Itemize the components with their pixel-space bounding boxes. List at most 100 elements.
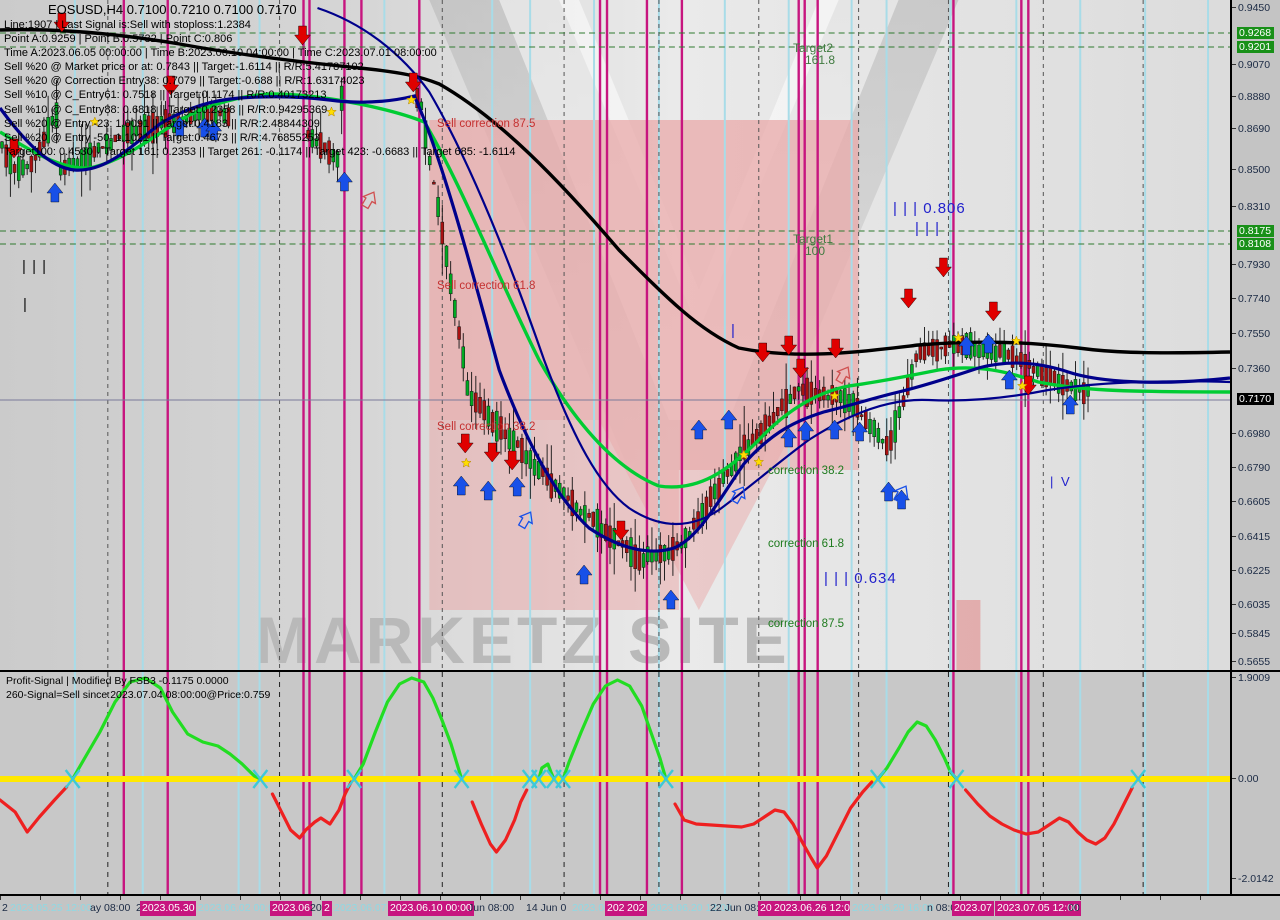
indicator-pane[interactable]: Profit-Signal | Modified By FSB3 -0.1175…	[0, 672, 1280, 896]
site-watermark: MARKETZ SITE	[255, 603, 791, 670]
time-axis-tick	[80, 896, 81, 900]
price-tick: 0.6980	[1232, 428, 1280, 440]
chart-annotation: Sell correction 61.8	[437, 280, 536, 292]
price-plot-area[interactable]: MARKETZ SITE Sell correction 87.5 Sell c…	[0, 0, 1232, 670]
time-axis-tick	[800, 896, 801, 900]
targets-line: Target100: 0.4530 || Target 161: 0.2353 …	[4, 145, 516, 158]
correction-zones	[429, 120, 981, 670]
time-axis-tick	[760, 896, 761, 900]
price-tick-label: 0.8108	[1237, 238, 1275, 250]
time-axis-tick	[1000, 896, 1001, 900]
price-tick-label: 0.6035	[1238, 599, 1271, 611]
time-axis-label: 2023.06.07	[332, 901, 389, 916]
profit-signal-series	[0, 676, 1147, 870]
price-tick: 0.7740	[1232, 293, 1280, 305]
time-axis-label: 2023.05.25 12:00	[8, 901, 94, 916]
symbol-ohlc-line: EOSUSD,H4 0.7100 0.7210 0.7100 0.7170	[48, 2, 297, 17]
price-tick-label: 0.8880	[1238, 91, 1271, 103]
price-tick: 0.6790	[1232, 462, 1280, 474]
chart-annotation: correction 38.2	[768, 465, 845, 477]
time-axis-tick	[360, 896, 361, 900]
time-axis-label: 202	[625, 901, 647, 916]
price-tick-label: 0.9268	[1237, 27, 1275, 39]
indicator-signal-line: 260-Signal=Sell since:2023.07.04 08:00:0…	[6, 689, 271, 701]
time-axis-tick	[1200, 896, 1201, 900]
price-tick-label: 0.6790	[1238, 462, 1271, 474]
chart-info-header: EOSUSD,H4 0.7100 0.7210 0.7100 0.7170 Li…	[4, 2, 516, 159]
target-level-lines	[0, 32, 1230, 401]
ma-fast-blue	[0, 94, 1230, 553]
price-tick-label: 0.8310	[1238, 201, 1271, 213]
price-tick-label: 0.6980	[1238, 428, 1271, 440]
chart-annotation: | V	[1050, 474, 1072, 489]
time-axis-label: 14 Jun 0	[526, 902, 567, 914]
price-tick: 0.5655	[1232, 656, 1280, 668]
candlestick-series	[0, 73, 1090, 592]
chart-annotation: Sell correction 87.5	[437, 118, 536, 130]
indicator-tick-label: 0.00	[1238, 773, 1259, 785]
signal-arrows	[5, 12, 1079, 610]
price-tick-label: 0.5655	[1238, 656, 1271, 668]
price-tick-label: 0.8500	[1238, 164, 1271, 176]
time-axis-label: 2023.06.29 16:00	[850, 901, 936, 916]
price-tick-label: 0.7170	[1237, 393, 1275, 405]
sell-c88-line: Sell %10 @ C_Entry88: 0.6818 || Target:0…	[4, 103, 328, 116]
time-axis-tick	[680, 896, 681, 900]
price-pane[interactable]: MARKETZ SITE Sell correction 87.5 Sell c…	[0, 0, 1280, 672]
time-axis-tick	[960, 896, 961, 900]
price-axis[interactable]: 0.9450 0.9268 0.9201 0.9070 0.8880 0.8690 0.85…	[1232, 0, 1280, 670]
sell-corr38-line: Sell %20 @ Correction Entry38: 0.7079 ||…	[4, 75, 365, 88]
time-axis-tick	[280, 896, 281, 900]
chart-annotation: | | |	[22, 258, 48, 275]
time-axis-tick	[880, 896, 881, 900]
price-tick-label: 0.9450	[1238, 2, 1271, 14]
time-axis-tick	[600, 896, 601, 900]
indicator-title-line: Profit-Signal | Modified By FSB3 -0.1175…	[6, 675, 229, 687]
background-gradient	[0, 0, 1230, 670]
indicator-info-header: Profit-Signal | Modified By FSB3 -0.1175…	[6, 674, 270, 702]
chart-annotation: | | | 0.634	[824, 570, 897, 587]
time-axis-tick	[120, 896, 121, 900]
ma-mid-green	[0, 92, 1230, 489]
time-axis-label: 2	[322, 901, 332, 916]
time-axis-label: 2023.07	[952, 901, 994, 916]
time-axis-tick	[240, 896, 241, 900]
indicator-axis[interactable]: 1.9009 0.00 -2.0142	[1232, 672, 1280, 894]
price-tick: 0.8175	[1232, 225, 1280, 237]
time-axis-label: 2023.06.02 00:00	[196, 901, 282, 916]
price-tick: 0.7550	[1232, 328, 1280, 340]
sell-entry23-line: Sell %20 @ Entry -23: 1.0091 || Target:0…	[4, 117, 320, 130]
time-axis-tick	[720, 896, 721, 900]
price-tick: 0.7930	[1232, 259, 1280, 271]
moving-averages	[0, 6, 1230, 553]
price-tick: 0.6605	[1232, 496, 1280, 508]
chart-annotation: | | |	[915, 220, 941, 237]
time-axis-label: 2023.06	[270, 901, 312, 916]
price-tick-label: 0.5845	[1238, 628, 1271, 640]
price-tick-label: 0.9070	[1238, 59, 1271, 71]
time-axis[interactable]: 2 2023.05.25 12:00 ay 08:00 2 2023.05.30 2023…	[0, 896, 1280, 920]
indicator-plot-area[interactable]: Profit-Signal | Modified By FSB3 -0.1175…	[0, 672, 1232, 894]
price-tick-label: 0.7930	[1238, 259, 1271, 271]
time-axis-tick	[1080, 896, 1081, 900]
price-tick-label: 0.7740	[1238, 293, 1271, 305]
price-tick: 0.8880	[1232, 91, 1280, 103]
time-axis-tick	[200, 896, 201, 900]
price-tick: 0.6225	[1232, 565, 1280, 577]
price-tick-label: 0.6415	[1238, 531, 1271, 543]
time-axis-tick	[320, 896, 321, 900]
price-tick: 0.9070	[1232, 59, 1280, 71]
ma-extra-blue	[317, 6, 1230, 526]
price-tick: 0.8108	[1232, 238, 1280, 250]
chart-annotation: 161.8	[805, 53, 836, 67]
price-tick: 0.8690	[1232, 123, 1280, 135]
price-tick-label: 0.9201	[1237, 41, 1275, 53]
time-axis-tick	[640, 896, 641, 900]
chart-annotation: Target1	[793, 232, 834, 246]
chart-annotation: |	[731, 322, 736, 339]
price-tick-label: 0.7360	[1238, 363, 1271, 375]
price-tick: 0.8500	[1232, 164, 1280, 176]
grid-and-session-lines	[73, 0, 1210, 670]
price-tick: 0.8310	[1232, 201, 1280, 213]
chart-annotation: | | | 0.806	[893, 200, 966, 217]
